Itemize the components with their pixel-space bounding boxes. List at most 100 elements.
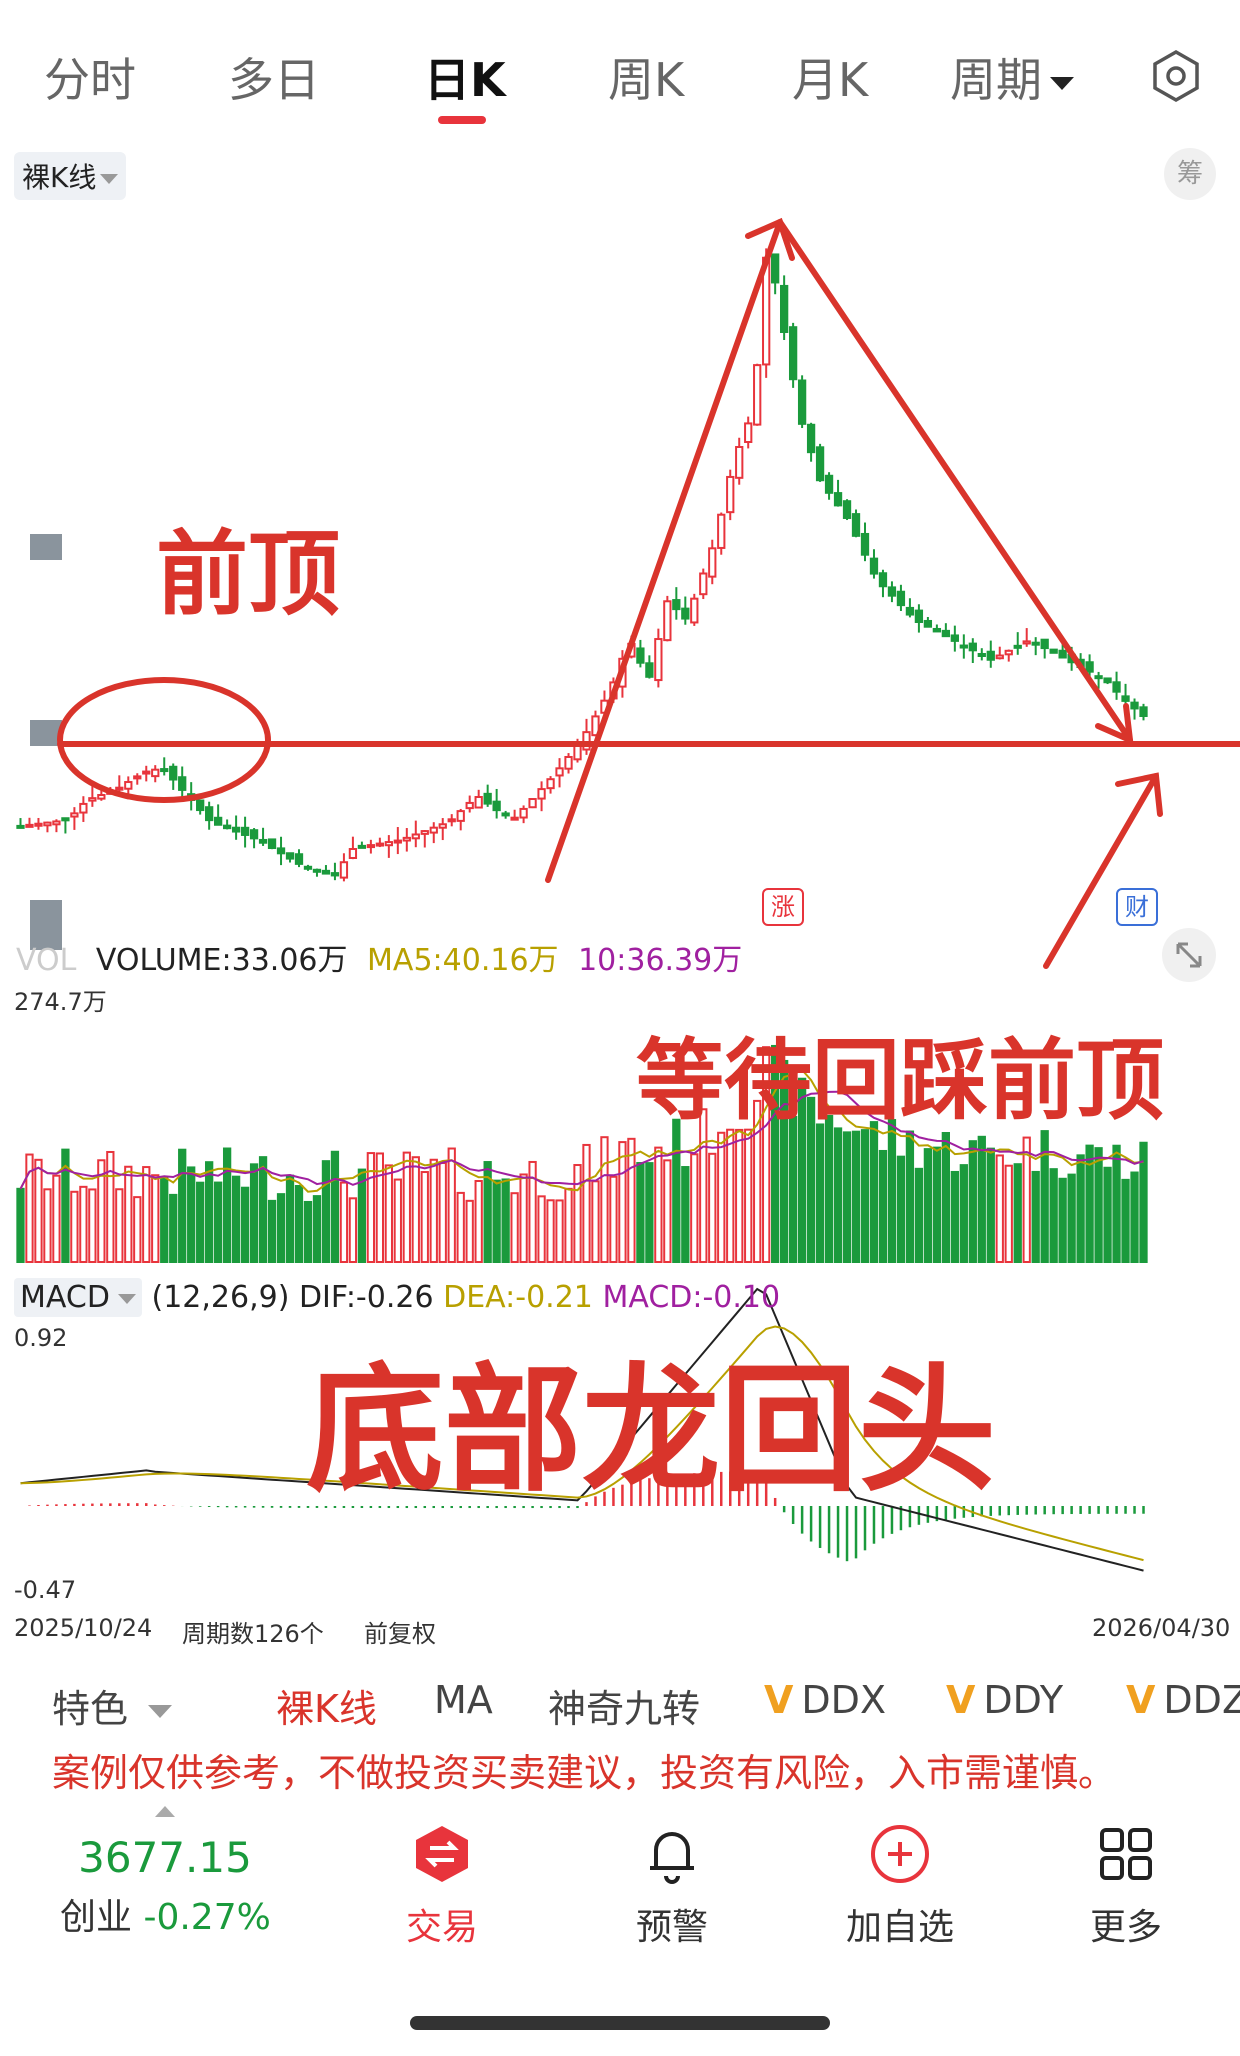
candle-body xyxy=(1040,638,1049,650)
macd-value: MACD:-0.10 xyxy=(602,1280,781,1315)
volume-bar xyxy=(402,1151,411,1263)
macd-params: (12,26,9) xyxy=(151,1280,290,1315)
candle-body xyxy=(231,826,241,833)
candle-body xyxy=(142,770,151,775)
volume-bar xyxy=(582,1143,591,1263)
volume-legend: VOL VOLUME:33.06万 MA5:40.16万 10:36.39万 xyxy=(16,935,752,979)
macd-mode-selector[interactable]: MACD xyxy=(14,1278,142,1317)
volume-bar xyxy=(16,1187,25,1263)
indicator-ddy[interactable]: V DDY xyxy=(946,1678,1063,1722)
nav-trade-label: 交易 xyxy=(405,1907,478,1948)
indicator-ddz[interactable]: V DDZ xyxy=(1126,1678,1240,1722)
volume-bar xyxy=(321,1160,331,1263)
volume-bar xyxy=(267,1199,277,1263)
candle-body xyxy=(537,788,546,800)
candle-body xyxy=(968,642,977,652)
volume-bar xyxy=(420,1171,429,1264)
indicator-ma[interactable]: MA xyxy=(434,1678,493,1722)
volume-bar xyxy=(222,1147,232,1264)
feature-label: 特色 xyxy=(52,1687,129,1731)
price-adjust-mode[interactable]: 前复权 xyxy=(364,1614,436,1649)
nav-trade[interactable]: 交易 xyxy=(362,1818,522,1950)
volume-bar xyxy=(744,1128,753,1263)
volume-bar xyxy=(869,1121,879,1264)
volume-bar xyxy=(1112,1144,1121,1263)
chevron-down-icon xyxy=(117,1293,136,1304)
candle-body xyxy=(1022,640,1031,645)
nav-alert[interactable]: 预警 xyxy=(592,1818,752,1950)
candle-body xyxy=(932,627,942,633)
volume-bar xyxy=(878,1149,888,1264)
volume-bar xyxy=(905,1130,915,1263)
candle-body xyxy=(34,822,43,827)
axis-end-date: 2026/04/30 xyxy=(1092,1614,1231,1642)
candle-body xyxy=(465,801,474,810)
candle-body xyxy=(303,865,313,870)
volume-bar xyxy=(573,1164,582,1264)
volume-bar xyxy=(1103,1166,1112,1263)
candle-body xyxy=(744,422,753,444)
volume-bar xyxy=(1013,1163,1022,1263)
candle-body xyxy=(151,768,160,778)
candle-body xyxy=(321,869,331,875)
volume-bar xyxy=(591,1180,600,1264)
candle-body xyxy=(249,829,259,840)
candle-body xyxy=(977,652,986,657)
feature-dropdown[interactable]: 特色 xyxy=(52,1678,173,1733)
candle-body xyxy=(348,848,358,859)
candle-body xyxy=(196,799,205,812)
vol-label: VOL xyxy=(16,943,77,978)
limit-up-marker[interactable]: 涨 xyxy=(762,888,804,926)
nav-more[interactable]: 更多 xyxy=(1046,1818,1206,1950)
macd-dea: DEA:-0.21 xyxy=(443,1280,593,1315)
volume-bar xyxy=(564,1187,573,1263)
candle-body xyxy=(672,599,681,611)
volume-bar xyxy=(231,1175,241,1263)
volume-bar xyxy=(258,1156,268,1264)
volume-bar xyxy=(330,1150,340,1263)
indicator-naked-k[interactable]: 裸K线 xyxy=(276,1678,377,1733)
volume-bar xyxy=(600,1136,609,1264)
volume-bar xyxy=(169,1193,178,1263)
finance-marker[interactable]: 财 xyxy=(1116,888,1158,926)
candle-body xyxy=(833,492,843,507)
volume-bar xyxy=(348,1197,358,1263)
candle-body xyxy=(456,810,465,822)
expand-chart-button[interactable] xyxy=(1162,928,1216,982)
candle-body xyxy=(222,824,232,830)
volume-bar xyxy=(366,1152,376,1264)
volume-bar xyxy=(950,1170,959,1263)
candle-body xyxy=(402,836,411,842)
candle-body xyxy=(779,284,789,333)
bottom-navigation: 3677.15 创业 -0.27% 交易 预警 加自选 更多 xyxy=(0,1800,1240,1980)
candle-body xyxy=(420,830,429,835)
nav-add-watchlist[interactable]: 加自选 xyxy=(820,1818,980,1950)
candle-body xyxy=(573,744,582,761)
candle-body xyxy=(411,833,420,840)
volume-bar xyxy=(106,1150,115,1264)
volume-bar xyxy=(213,1181,223,1264)
volume-bar xyxy=(196,1181,205,1263)
trade-icon xyxy=(362,1818,522,1890)
volume-bar xyxy=(249,1163,259,1263)
index-ticker[interactable]: 3677.15 创业 -0.27% xyxy=(60,1806,271,1940)
candle-body xyxy=(330,872,340,877)
indicator-magic-nine[interactable]: 神奇九转 xyxy=(548,1678,700,1733)
candle-body xyxy=(869,557,879,575)
volume-bar xyxy=(492,1179,501,1264)
indicator-ddx[interactable]: V DDX xyxy=(764,1678,886,1722)
candle-body xyxy=(815,446,825,482)
candle-body xyxy=(366,844,376,849)
volume-bar xyxy=(663,1159,672,1264)
candle-body xyxy=(717,513,726,549)
candle-body xyxy=(1139,706,1148,718)
volume-bar xyxy=(1067,1173,1076,1263)
annotation-wait-retest: 等待回踩前顶 xyxy=(636,1029,1165,1132)
volume-bar xyxy=(546,1199,555,1263)
volume-bar xyxy=(339,1181,349,1264)
candle-body xyxy=(1049,648,1058,654)
volume-bar xyxy=(178,1148,187,1264)
candle-body xyxy=(771,253,780,284)
macd-min-label: -0.47 xyxy=(14,1576,77,1604)
volume-bar xyxy=(447,1147,456,1264)
